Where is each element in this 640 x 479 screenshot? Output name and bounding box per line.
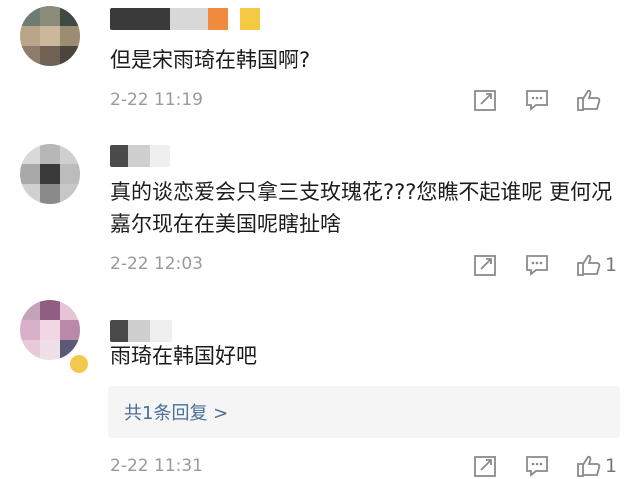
avatar-pixel xyxy=(60,46,80,66)
avatar[interactable] xyxy=(20,6,80,66)
avatar-pixel xyxy=(40,164,60,184)
comment-button[interactable] xyxy=(524,453,550,479)
username-blurred[interactable] xyxy=(110,320,172,342)
avatar-pixel xyxy=(60,300,80,320)
verified-badge-icon xyxy=(68,353,90,375)
repost-icon xyxy=(474,456,496,477)
avatar-pixel xyxy=(60,320,80,340)
avatar-pixel xyxy=(40,46,60,66)
avatar[interactable] xyxy=(20,300,80,360)
avatar-pixel xyxy=(40,26,60,46)
like-icon xyxy=(577,254,601,276)
like-count: 1 xyxy=(605,254,618,276)
avatar-pixel xyxy=(20,340,40,360)
view-replies-link[interactable]: 共1条回复 > xyxy=(124,399,228,425)
avatar-pixel xyxy=(40,340,60,360)
avatar[interactable] xyxy=(20,144,80,204)
repost-button[interactable] xyxy=(472,453,498,479)
username-blurred[interactable] xyxy=(110,8,300,30)
comment-text: 雨琦在韩国好吧 xyxy=(110,344,257,368)
avatar-pixel xyxy=(20,46,40,66)
avatar-pixel xyxy=(60,26,80,46)
avatar-pixel xyxy=(60,144,80,164)
comment-time: 2-22 12:03 xyxy=(110,254,203,274)
comment-item-2: 真的谈恋爱会只拿三支玫瑰花???您瞧不起谁呢 更何况嘉尔现在在美国呢瞎扯啥 2-… xyxy=(0,140,640,290)
repost-button[interactable] xyxy=(472,87,498,113)
like-button[interactable] xyxy=(576,87,602,113)
avatar-pixel xyxy=(60,184,80,204)
avatar-pixel xyxy=(20,184,40,204)
repost-icon xyxy=(474,255,496,276)
avatar-pixel xyxy=(20,6,40,26)
avatar-pixel xyxy=(60,164,80,184)
avatar-pixel xyxy=(40,6,60,26)
comment-icon xyxy=(526,255,548,276)
comment-icon xyxy=(526,456,548,477)
comment-item-1: 但是宋雨琦在韩国啊? 2-22 11:19 xyxy=(0,0,640,115)
username-blurred[interactable] xyxy=(110,145,170,167)
like-button[interactable] xyxy=(576,453,602,479)
avatar-pixel xyxy=(20,164,40,184)
comment-button[interactable] xyxy=(524,87,550,113)
avatar-pixel xyxy=(40,300,60,320)
comment-icon xyxy=(526,90,548,111)
avatar-pixel xyxy=(40,144,60,164)
like-count: 1 xyxy=(605,455,618,477)
avatar-pixel xyxy=(20,26,40,46)
avatar-pixel xyxy=(20,300,40,320)
comment-time: 2-22 11:19 xyxy=(110,90,203,110)
comment-text: 但是宋雨琦在韩国啊? xyxy=(110,48,311,72)
avatar-pixel xyxy=(40,320,60,340)
avatar-pixel xyxy=(60,6,80,26)
reply-summary-box[interactable]: 共1条回复 > xyxy=(108,386,620,438)
like-icon xyxy=(577,89,601,111)
comment-text: 真的谈恋爱会只拿三支玫瑰花???您瞧不起谁呢 更何况嘉尔现在在美国呢瞎扯啥 xyxy=(110,180,613,236)
repost-icon xyxy=(474,90,496,111)
avatar-pixel xyxy=(20,320,40,340)
repost-button[interactable] xyxy=(472,252,498,278)
avatar-pixel xyxy=(20,144,40,164)
comment-time: 2-22 11:31 xyxy=(110,456,203,476)
like-icon xyxy=(577,455,601,477)
comment-button[interactable] xyxy=(524,252,550,278)
avatar-pixel xyxy=(40,184,60,204)
like-button[interactable] xyxy=(576,252,602,278)
